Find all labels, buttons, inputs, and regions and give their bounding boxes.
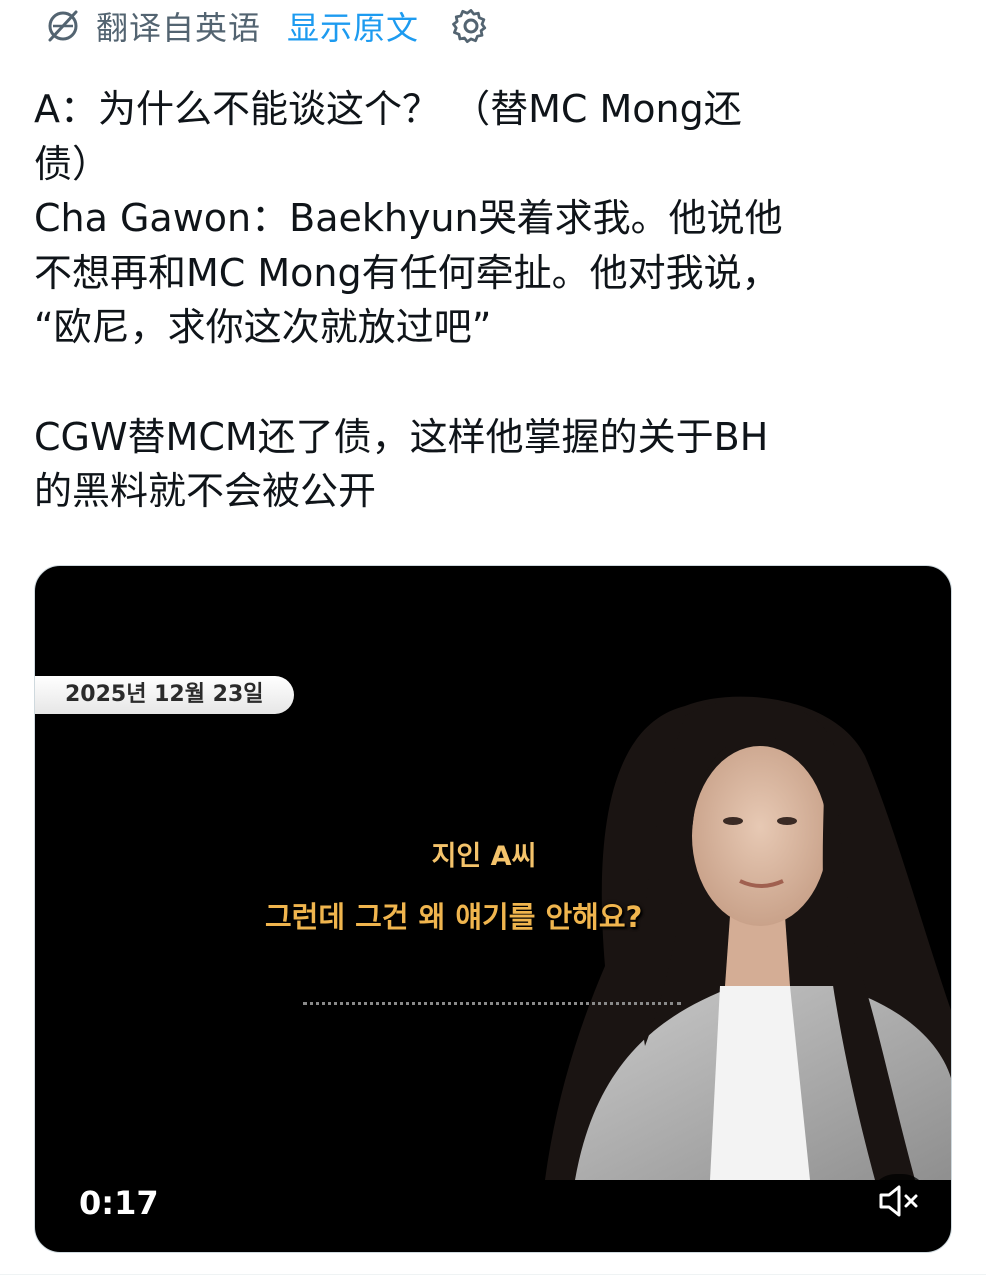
tweet-line: 债） <box>34 141 111 186</box>
subtitle-speaker: 지인 A씨 <box>431 841 537 872</box>
tweet-line: 的黑料就不会被公开 <box>34 469 377 514</box>
video-timestamp: 0:17 <box>79 1184 159 1222</box>
gear-icon[interactable] <box>451 6 491 46</box>
tweet-blank-line <box>34 355 944 410</box>
video-player[interactable]: 2025년 12월 23일 지인 A씨 그런데 그건 왜 얘기를 안해요? 0:… <box>34 565 952 1253</box>
translation-bar: 翻译自英语 显示原文 <box>44 4 491 48</box>
translated-from-label: 翻译自英语 <box>96 9 262 47</box>
subtitle-divider <box>303 1002 681 1005</box>
tweet-line: A：为什么不能谈这个？ （替MC Mong还 <box>34 87 742 131</box>
speaker-muted-icon <box>879 1185 918 1217</box>
translate-icon <box>48 10 78 42</box>
show-original-link[interactable]: 显示原文 <box>287 3 419 49</box>
tweet-line: 不想再和MC Mong有任何牵扯。他对我说， <box>34 250 780 295</box>
tweet-page: 翻译自英语 显示原文 A：为什么不能谈这个？ （替MC Mong还 债） Cha… <box>0 0 986 1280</box>
subtitle-text: 그런데 그건 왜 얘기를 안해요? <box>265 900 643 934</box>
tweet-line: CGW替MCM还了债，这样他掌握的关于BH <box>34 414 769 459</box>
tweet-text: A：为什么不能谈这个？ （替MC Mong还 债） Cha Gawon：Baek… <box>34 82 944 519</box>
tweet-line: “欧尼，求你这次就放过吧” <box>34 305 492 350</box>
tweet-line: Cha Gawon：Baekhyun哭着求我。他说他 <box>34 196 783 241</box>
divider <box>0 1274 986 1275</box>
date-badge: 2025년 12월 23일 <box>35 676 294 714</box>
mute-button[interactable] <box>869 1174 929 1228</box>
